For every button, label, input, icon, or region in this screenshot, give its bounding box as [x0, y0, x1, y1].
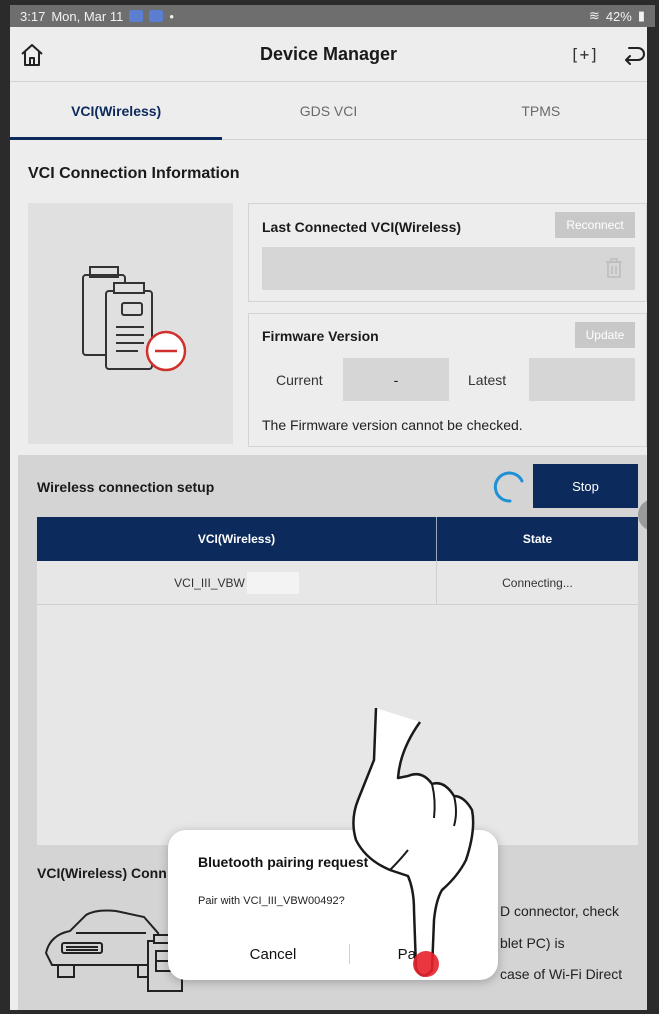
latest-version-value: [529, 358, 635, 401]
latest-label: Latest: [468, 372, 507, 388]
guide-text-1: D connector, check: [500, 903, 620, 919]
status-bar: 3:17 Mon, Mar 11 • ≋ 42% ▮: [10, 5, 655, 27]
wireless-setup-title: Wireless connection setup: [37, 479, 215, 495]
table-row[interactable]: VCI_III_VBW Connecting...: [37, 561, 638, 605]
vci-name: VCI_III_VBW: [174, 575, 245, 590]
table-header: VCI(Wireless) State: [37, 517, 638, 561]
tab-vci-wireless[interactable]: VCI(Wireless): [10, 82, 223, 140]
scan-add-icon[interactable]: [+]: [570, 41, 599, 69]
connection-guide-title: VCI(Wireless) Conn: [37, 865, 167, 881]
section-title: VCI Connection Information: [28, 165, 240, 182]
vci-disconnected-icon: [82, 266, 187, 372]
guide-text-3: case of Wi-Fi Direct: [500, 966, 623, 982]
tab-tpms[interactable]: TPMS: [435, 82, 647, 139]
last-connected-field: [262, 247, 635, 290]
battery-level: 42%: [605, 8, 632, 24]
trash-icon[interactable]: [605, 258, 623, 278]
guide-text-2: blet PC) is: [500, 935, 565, 951]
battery-icon: ▮: [637, 8, 645, 23]
dialog-message: Pair with VCI_III_VBW00492?: [198, 895, 345, 907]
firmware-label: Firmware Version: [262, 328, 379, 344]
page-title: Device Manager: [259, 43, 398, 64]
tab-bar: VCI(Wireless) GDS VCI TPMS: [10, 82, 647, 140]
current-version-value: -: [343, 358, 449, 401]
firmware-panel: Firmware Version Update Current - Latest…: [248, 313, 647, 447]
firmware-note: The Firmware version cannot be checked.: [262, 417, 523, 433]
last-connected-panel: Last Connected VCI(Wireless) Reconnect: [248, 203, 647, 302]
wifi-icon: ≋: [588, 8, 600, 23]
update-button[interactable]: Update: [575, 322, 635, 348]
current-label: Current: [276, 372, 323, 388]
car-with-vci-icon: [44, 909, 183, 992]
last-connected-label: Last Connected VCI(Wireless): [262, 219, 462, 235]
redacted-serial: [246, 571, 299, 594]
status-date: Mon, Mar 11: [51, 8, 124, 24]
dot-icon: •: [169, 8, 174, 24]
notification-icon: [129, 10, 144, 22]
notification-icon: [149, 10, 164, 22]
back-icon[interactable]: [620, 41, 647, 69]
loading-spinner-icon: [493, 471, 524, 503]
status-time: 3:17: [20, 8, 46, 24]
stop-button[interactable]: Stop: [533, 464, 638, 508]
column-header-vci: VCI(Wireless): [37, 517, 437, 561]
vci-state-cell: Connecting...: [502, 575, 573, 590]
home-icon[interactable]: [18, 41, 46, 69]
vci-name-cell: VCI_III_VBW: [37, 561, 437, 604]
reconnect-button[interactable]: Reconnect: [555, 212, 635, 238]
column-header-state: State: [522, 532, 553, 546]
cancel-button[interactable]: Cancel: [198, 938, 348, 970]
tab-gds-vci[interactable]: GDS VCI: [222, 82, 434, 139]
vci-device-illustration: [28, 203, 233, 444]
top-bar: Device Manager [+]: [10, 27, 647, 82]
pointing-hand-icon: [352, 707, 475, 977]
